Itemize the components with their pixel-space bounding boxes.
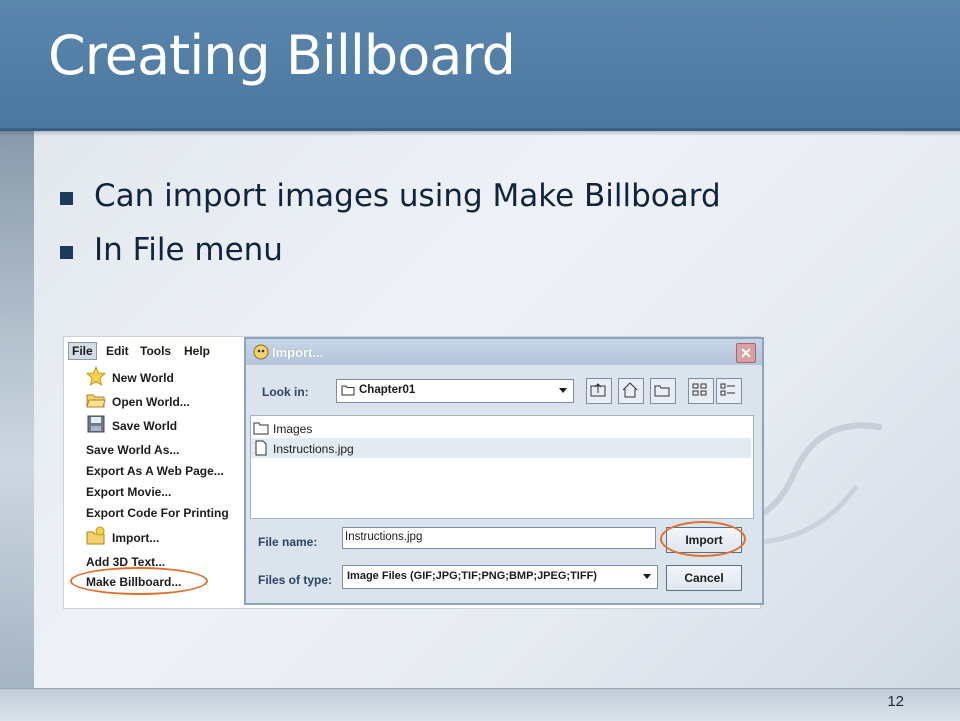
document-icon: [255, 440, 267, 456]
files-of-type-dropdown[interactable]: Image Files (GIF;JPG;TIF;PNG;BMP;JPEG;TI…: [342, 565, 658, 589]
menu-edit[interactable]: Edit: [106, 344, 129, 358]
menu-bar: File Edit Tools Help: [68, 340, 244, 362]
slide-title: Creating Billboard: [48, 24, 516, 87]
list-view-icon: [692, 383, 707, 396]
file-name: Images: [273, 422, 313, 436]
up-one-level-button[interactable]: [586, 378, 612, 404]
look-in-value: Chapter01: [359, 384, 416, 396]
list-view-button[interactable]: [688, 378, 714, 404]
files-of-type-label: Files of type:: [258, 573, 333, 587]
title-bar: Creating Billboard: [0, 0, 960, 136]
dialog-title-bar: Import... ✕: [246, 339, 762, 365]
file-menu: New World Open World... Save World Save …: [70, 363, 240, 601]
file-name: Instructions.jpg: [273, 442, 354, 456]
highlight-circle-import: [660, 521, 746, 557]
chevron-down-icon: [643, 574, 651, 579]
bullet-square-icon: [60, 192, 73, 205]
look-in-dropdown[interactable]: Chapter01: [336, 379, 574, 403]
screenshot-panel: File Edit Tools Help New World Open Worl…: [64, 337, 764, 608]
footer-bar: [0, 688, 960, 721]
menu-help[interactable]: Help: [184, 344, 210, 358]
alice-app-icon: [253, 344, 269, 360]
up-folder-icon: [590, 383, 606, 397]
menu-tools[interactable]: Tools: [140, 344, 171, 358]
list-item[interactable]: Instructions.jpg: [251, 438, 751, 458]
folder-icon: [341, 385, 355, 396]
close-icon: ✕: [740, 345, 752, 361]
files-of-type-value: Image Files (GIF;JPG;TIF;PNG;BMP;JPEG;TI…: [347, 570, 597, 582]
open-folder-icon: [86, 394, 106, 408]
file-name-label: File name:: [258, 535, 318, 549]
floppy-disk-icon: [87, 415, 105, 433]
star-icon: [86, 366, 106, 386]
import-dialog: Import... ✕ Look in: Chapter01 Images In…: [244, 337, 764, 605]
chevron-down-icon: [559, 388, 567, 393]
home-icon: [622, 382, 638, 398]
new-folder-button[interactable]: [650, 378, 676, 404]
cancel-button[interactable]: Cancel: [666, 565, 742, 591]
close-button[interactable]: ✕: [736, 343, 756, 363]
page-number: 12: [887, 693, 904, 710]
details-view-icon: [720, 383, 735, 396]
menu-file[interactable]: File: [68, 342, 97, 360]
highlight-circle-make-billboard: [70, 567, 208, 595]
bullet-text: Can import images using Make Billboard: [94, 178, 721, 214]
look-in-label: Look in:: [262, 385, 309, 399]
new-folder-icon: [654, 385, 670, 397]
file-list: Images Instructions.jpg: [250, 415, 754, 519]
file-name-input[interactable]: Instructions.jpg: [342, 527, 656, 549]
import-folder-icon: [86, 526, 105, 545]
list-item[interactable]: Images: [251, 418, 751, 438]
dialog-title: Import...: [272, 345, 324, 360]
details-view-button[interactable]: [716, 378, 742, 404]
left-decorative-strip: [0, 128, 34, 688]
folder-icon: [253, 422, 269, 435]
bullet-text: In File menu: [94, 232, 283, 268]
bullet-square-icon: [60, 246, 73, 259]
home-button[interactable]: [618, 378, 644, 404]
